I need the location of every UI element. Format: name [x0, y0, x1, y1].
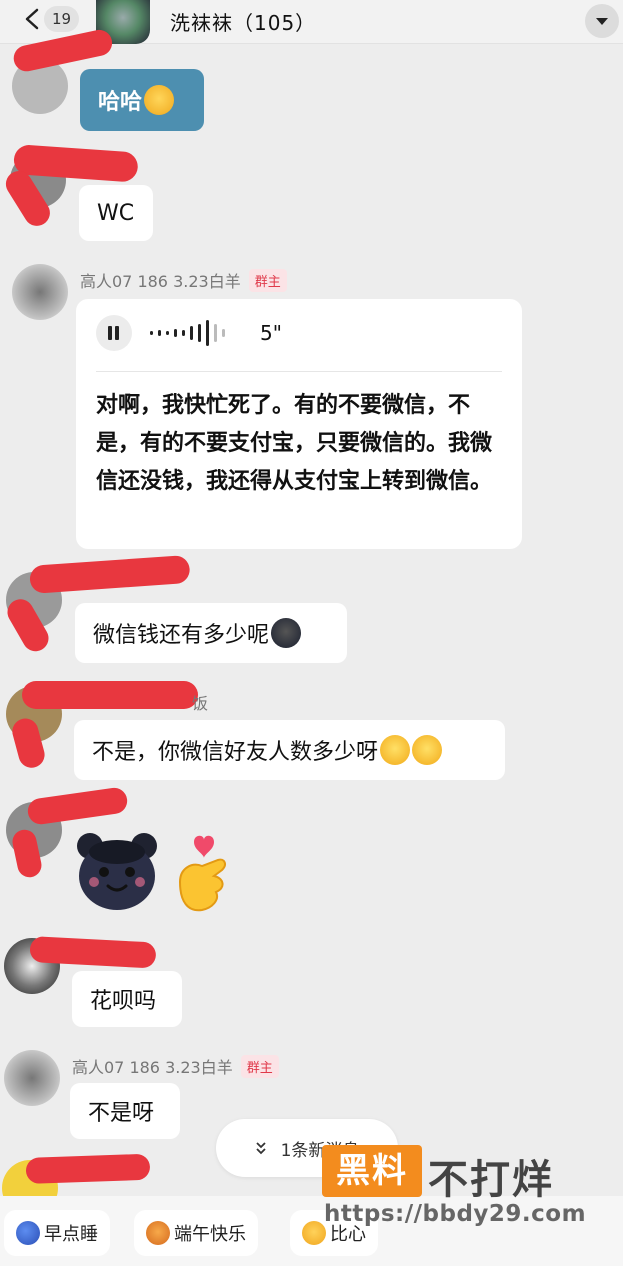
heart-hands-icon	[302, 1221, 326, 1245]
message-text: 不是呀	[88, 1101, 155, 1126]
sweat-face-emoji-icon	[271, 618, 302, 648]
voice-message-card[interactable]: 5" 对啊，我快忙死了。有的不要微信，不是，有的不要支付宝，只要微信的。我微信还…	[76, 299, 522, 549]
quick-reply-label: 端午快乐	[174, 1224, 246, 1245]
message-bubble[interactable]: 哈哈	[80, 69, 204, 131]
quick-reply-heart[interactable]: 比心	[290, 1210, 378, 1256]
group-title[interactable]: 洗袜袜（105）	[170, 7, 316, 36]
back-chevron-icon[interactable]	[24, 8, 40, 30]
crying-laugh-emoji-icon	[144, 85, 175, 115]
quick-reply-dragon-boat[interactable]: 端午快乐	[134, 1210, 258, 1256]
dropdown-arrow-icon[interactable]	[585, 4, 619, 38]
sender-name-text: 高人07 186 3.23白羊	[80, 272, 241, 291]
voice-duration: 5"	[260, 321, 282, 345]
pause-icon[interactable]	[96, 315, 132, 351]
voice-waveform	[150, 318, 225, 348]
avatar[interactable]	[12, 264, 68, 320]
sender-name-text: 高人07 186 3.23白羊	[72, 1058, 233, 1077]
moon-icon	[16, 1221, 40, 1245]
redaction-mark	[25, 1153, 151, 1184]
bear-sticker-icon[interactable]	[74, 832, 160, 912]
message-text: 哈哈	[98, 90, 143, 115]
message-bubble[interactable]: 不是呀	[70, 1083, 180, 1139]
message-text: 花呗吗	[90, 989, 157, 1014]
voice-divider	[96, 371, 502, 372]
message-text: 不是，你微信好友人数多少呀	[92, 740, 379, 765]
crying-laugh-emoji-icon	[380, 735, 411, 765]
sender-name: 高人07 186 3.23白羊 群主	[72, 1054, 279, 1078]
message-text: WC	[97, 200, 135, 226]
message-bubble[interactable]: 不是，你微信好友人数多少呀	[74, 720, 505, 780]
new-message-button[interactable]: 1条新消息	[216, 1119, 398, 1177]
sender-name: 饭	[192, 694, 209, 713]
festival-icon	[146, 1221, 170, 1245]
double-chevron-down-icon	[255, 1142, 266, 1155]
redaction-mark	[22, 681, 198, 709]
quick-reply-sleep[interactable]: 早点睡	[4, 1210, 110, 1256]
yum-face-emoji-icon	[412, 735, 443, 765]
owner-badge: 群主	[240, 1055, 279, 1078]
quick-reply-bar: 早点睡 端午快乐 比心	[0, 1196, 623, 1266]
avatar[interactable]	[4, 1050, 60, 1106]
message-text: 微信钱还有多少呢	[93, 623, 270, 648]
quick-reply-label: 比心	[330, 1224, 366, 1245]
unread-count-badge[interactable]: 19	[44, 6, 80, 32]
owner-badge: 群主	[248, 269, 287, 292]
voice-transcript: 对啊，我快忙死了。有的不要微信，不是，有的不要支付宝，只要微信的。我微信还没钱，…	[96, 393, 493, 494]
finger-heart-sticker-icon[interactable]	[172, 832, 232, 918]
message-bubble[interactable]: 微信钱还有多少呢	[75, 603, 347, 663]
message-bubble[interactable]: 花呗吗	[72, 971, 182, 1027]
redaction-mark	[29, 554, 191, 594]
new-message-label: 1条新消息	[280, 1140, 360, 1161]
quick-reply-label: 早点睡	[44, 1224, 98, 1245]
message-bubble[interactable]: WC	[79, 185, 153, 241]
redaction-mark	[26, 786, 129, 826]
sender-name: 高人07 186 3.23白羊 群主	[80, 268, 287, 292]
